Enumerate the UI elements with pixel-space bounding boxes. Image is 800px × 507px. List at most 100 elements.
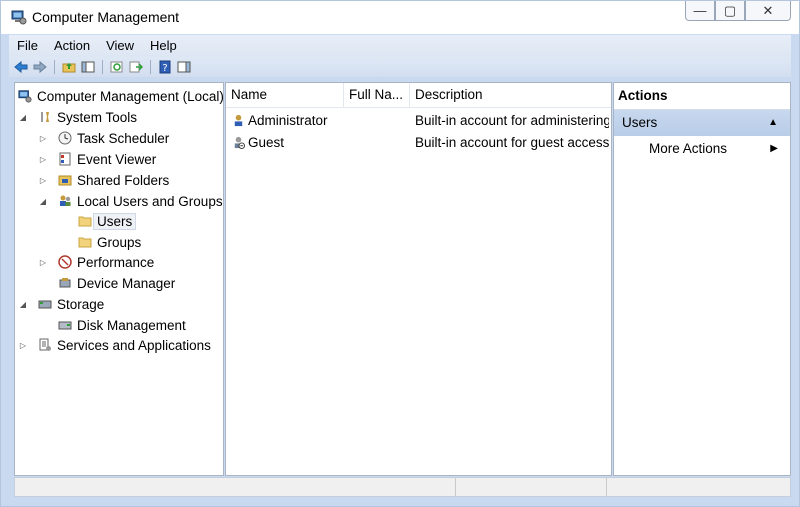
services-icon xyxy=(37,337,53,353)
close-button[interactable]: ✕ xyxy=(745,1,791,21)
back-button[interactable] xyxy=(13,59,29,75)
results-list[interactable]: Name Full Na... Description Administrato… xyxy=(225,82,612,476)
submenu-arrow-icon: ▶ xyxy=(770,143,778,154)
tree-item-event-viewer[interactable]: ▷ Event Viewer xyxy=(37,149,156,169)
list-header: Name Full Na... Description xyxy=(226,83,611,108)
status-segment xyxy=(607,478,757,496)
collapsed-arrow-icon[interactable]: ▷ xyxy=(37,176,49,185)
toolbar-separator xyxy=(102,60,103,74)
users-groups-icon xyxy=(57,193,73,209)
storage-icon xyxy=(37,296,53,312)
user-name: Guest xyxy=(248,134,285,150)
tree-item-label: Local Users and Groups xyxy=(77,193,223,209)
collapsed-arrow-icon[interactable]: ▷ xyxy=(37,155,49,164)
expanded-arrow-icon[interactable]: ◢ xyxy=(37,197,49,206)
tree-item-task-scheduler[interactable]: ▷ Task Scheduler xyxy=(37,128,169,148)
tree-item-label: Storage xyxy=(57,296,105,312)
collapsed-arrow-icon[interactable]: ▷ xyxy=(17,341,29,350)
show-hide-action-pane-icon xyxy=(177,61,191,73)
system-tools-icon xyxy=(37,109,53,125)
maximize-button[interactable]: ▢ xyxy=(715,1,745,21)
forward-icon xyxy=(33,61,47,73)
toolbar-separator xyxy=(150,60,151,74)
tree-item-label: Event Viewer xyxy=(77,151,157,167)
minimize-button[interactable]: — xyxy=(685,1,715,21)
menu-help[interactable]: Help xyxy=(142,36,185,56)
cell-description: Built-in account for guest access t xyxy=(415,134,609,150)
actions-group-users[interactable]: Users ▲ xyxy=(614,110,790,136)
window-title: Computer Management xyxy=(32,9,180,25)
actions-pane: Actions Users ▲ More Actions ▶ xyxy=(613,82,791,476)
tree-item-users[interactable]: Users xyxy=(77,211,137,231)
show-hide-action-pane-button[interactable] xyxy=(176,59,192,75)
disk-management-icon xyxy=(57,317,73,333)
tree-item-system-tools[interactable]: ◢ System Tools xyxy=(17,107,137,127)
app-window: Computer Management — ▢ ✕ File Action Vi… xyxy=(0,0,800,507)
menu-bar: File Action View Help xyxy=(9,35,791,57)
user-disabled-icon xyxy=(230,134,246,150)
tree-item-storage[interactable]: ◢ Storage xyxy=(17,294,104,314)
tree-item-label: Services and Applications xyxy=(57,337,211,353)
tree-item-performance[interactable]: ▷ Performance xyxy=(37,252,154,272)
tree-item-label: Disk Management xyxy=(77,317,186,333)
refresh-button[interactable] xyxy=(109,59,125,75)
up-folder-button[interactable] xyxy=(61,59,77,75)
column-header-full-name[interactable]: Full Na... xyxy=(344,83,410,107)
tree-item-label: Computer Management (Local) xyxy=(37,88,224,104)
tree-item-groups[interactable]: Groups xyxy=(77,232,141,252)
help-button[interactable]: ? xyxy=(157,59,173,75)
cell-name: Guest xyxy=(226,134,344,150)
forward-button[interactable] xyxy=(32,59,48,75)
tree-item-label: Performance xyxy=(77,254,155,270)
menu-view[interactable]: View xyxy=(98,36,142,56)
export-list-button[interactable] xyxy=(128,59,144,75)
show-hide-tree-button[interactable] xyxy=(80,59,96,75)
back-icon xyxy=(14,61,28,73)
performance-icon xyxy=(57,254,73,270)
collapsed-arrow-icon[interactable]: ▷ xyxy=(37,134,49,143)
tree-item-device-manager[interactable]: Device Manager xyxy=(57,273,175,293)
tree-item-label: Groups xyxy=(97,234,142,250)
user-name: Administrator xyxy=(248,112,328,128)
menu-action[interactable]: Action xyxy=(46,36,98,56)
more-actions-item[interactable]: More Actions ▶ xyxy=(614,136,790,162)
toolbar-separator xyxy=(54,60,55,74)
tree-item-services-applications[interactable]: ▷ Services and Applications xyxy=(17,335,211,355)
expanded-arrow-icon[interactable]: ◢ xyxy=(17,300,29,309)
collapsed-arrow-icon[interactable]: ▷ xyxy=(37,258,49,267)
clock-icon xyxy=(57,130,73,146)
cell-description: Built-in account for administering xyxy=(415,112,609,128)
status-segment xyxy=(15,478,456,496)
tree-item-label: Users xyxy=(93,212,137,230)
actions-header: Actions xyxy=(614,83,790,110)
title-bar[interactable]: Computer Management — ▢ ✕ xyxy=(1,1,799,34)
tree-item-label: Task Scheduler xyxy=(77,130,170,146)
tree-item-label: Shared Folders xyxy=(77,172,170,188)
tree-item-computer-management[interactable]: Computer Management (Local) xyxy=(17,86,224,106)
up-folder-icon xyxy=(62,63,76,73)
tree-item-disk-management[interactable]: Disk Management xyxy=(57,315,186,335)
folder-icon xyxy=(77,213,93,229)
column-header-description[interactable]: Description xyxy=(410,83,611,107)
tree-item-label: System Tools xyxy=(57,109,138,125)
menu-file[interactable]: File xyxy=(9,36,46,56)
actions-group-label: Users xyxy=(622,115,658,130)
column-header-name[interactable]: Name xyxy=(226,83,344,107)
refresh-icon xyxy=(110,61,123,73)
folder-icon xyxy=(77,234,93,250)
table-row[interactable]: Guest Built-in account for guest access … xyxy=(226,131,609,153)
table-row[interactable]: Administrator Built-in account for admin… xyxy=(226,109,609,131)
computer-management-icon xyxy=(11,9,27,25)
collapse-arrow-icon[interactable]: ▲ xyxy=(768,110,778,136)
console-tree[interactable]: Computer Management (Local) ◢ System Too… xyxy=(14,82,224,476)
expanded-arrow-icon[interactable]: ◢ xyxy=(17,113,29,122)
svg-text:?: ? xyxy=(162,63,167,74)
tree-item-shared-folders[interactable]: ▷ Shared Folders xyxy=(37,170,169,190)
cell-name: Administrator xyxy=(226,112,344,128)
help-icon: ? xyxy=(159,60,171,74)
tree-item-local-users-groups[interactable]: ◢ Local Users and Groups xyxy=(37,191,223,211)
minimize-icon: — xyxy=(693,3,707,18)
computer-management-icon xyxy=(17,88,33,104)
status-bar xyxy=(14,477,791,497)
actions-item-label: More Actions xyxy=(649,141,728,156)
